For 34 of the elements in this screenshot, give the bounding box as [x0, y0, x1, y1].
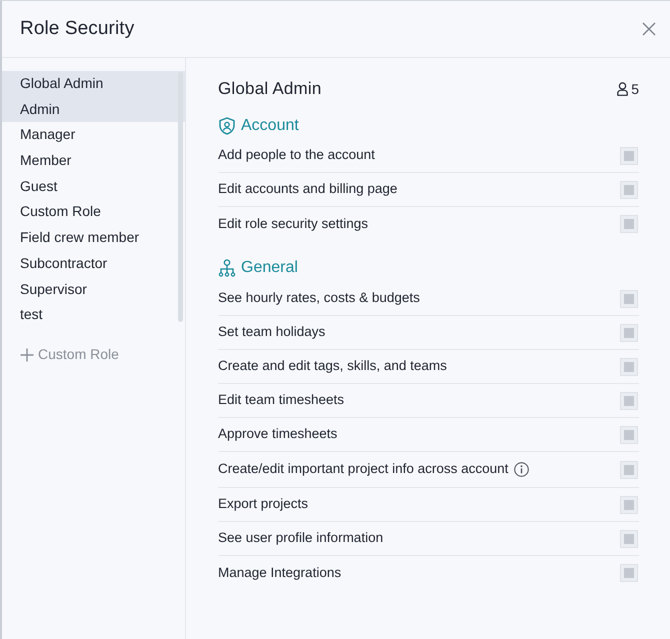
permission-label: Create and edit tags, skills, and teams: [218, 357, 447, 376]
shield-icon: [218, 117, 236, 135]
role-item[interactable]: Admin: [2, 96, 185, 122]
permission-label: Create/edit important project info across account: [218, 460, 508, 478]
close-button[interactable]: [642, 22, 656, 36]
permission-label: Edit role security settings: [218, 214, 368, 233]
role-item[interactable]: Manager: [2, 122, 185, 148]
dialog-title: Role Security: [20, 18, 134, 40]
role-item[interactable]: Subcontractor: [2, 250, 185, 276]
person-icon: [617, 82, 628, 96]
role-item[interactable]: Global Admin: [2, 71, 185, 97]
permission-label: Approve timesheets: [218, 425, 338, 444]
permission-label: Export projects: [218, 495, 308, 514]
hierarchy-icon: [218, 259, 236, 277]
role-title: Global Admin: [218, 78, 322, 100]
permission-label: Manage Integrations: [218, 564, 342, 582]
permission-label: Edit team timesheets: [218, 391, 344, 410]
role-item[interactable]: Supervisor: [2, 276, 185, 302]
close-icon: [642, 22, 656, 36]
role-item[interactable]: Field crew member: [2, 225, 185, 251]
role-item[interactable]: Custom Role: [2, 199, 185, 226]
member-count: 5: [617, 78, 639, 100]
role-item[interactable]: test: [2, 302, 185, 328]
role-item[interactable]: Guest: [2, 174, 185, 200]
permission-label: Set team holidays: [218, 323, 326, 342]
plus-icon: [20, 348, 34, 362]
permission-label: See hourly rates, costs & budgets: [218, 289, 420, 308]
scrollbar[interactable]: [178, 72, 183, 322]
permission-label: Edit accounts and billing page: [218, 180, 398, 198]
permission-label: See user profile information: [218, 529, 384, 548]
role-item[interactable]: Member: [2, 148, 185, 174]
permission-label: Add people to the account: [218, 146, 375, 164]
section-title: Account: [241, 116, 299, 136]
section-title: General: [241, 258, 298, 278]
